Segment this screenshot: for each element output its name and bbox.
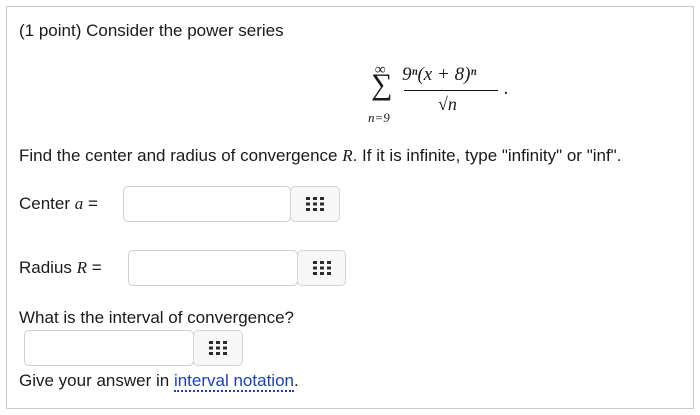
series-period: . <box>504 78 509 99</box>
fraction-bar <box>404 90 498 91</box>
power-series-formula: ∞ ∑ n=9 9ⁿ(x + 8)ⁿ √n . <box>368 58 538 128</box>
radius-label: Radius R = <box>19 258 102 278</box>
center-variable: a <box>74 194 84 213</box>
instruction-main: Find the center and radius of convergenc… <box>19 146 343 165</box>
hint-prefix: Give your answer in <box>19 371 174 390</box>
center-label-text: Center <box>19 194 75 213</box>
radius-variable: R <box>76 258 88 277</box>
instruction-tail: . If it is infinite, type "infinity" or … <box>352 146 622 165</box>
radius-equals: = <box>87 258 102 277</box>
interval-notation-link[interactable]: interval notation <box>173 371 294 392</box>
series-denominator: √n <box>438 94 457 114</box>
series-numerator: 9ⁿ(x + 8)ⁿ <box>402 64 477 85</box>
radius-answer-input[interactable] <box>128 250 298 286</box>
matrix-grid-icon <box>209 341 227 355</box>
hint-suffix: . <box>293 371 299 390</box>
sigma-symbol: ∑ <box>371 68 393 101</box>
answer-format-hint: Give your answer in interval notation. <box>19 371 299 392</box>
radius-label-text: Radius <box>19 258 77 277</box>
matrix-grid-icon <box>312 261 331 275</box>
question-header: (1 point) Consider the power series <box>19 21 284 41</box>
points-label: (1 point) <box>19 21 82 40</box>
center-equals: = <box>83 194 98 213</box>
question-prompt: Consider the power series <box>86 21 284 40</box>
center-answer-input[interactable] <box>123 186 291 222</box>
instruction-variable: R <box>342 146 353 165</box>
interval-matrix-button[interactable] <box>193 330 243 366</box>
instruction-text: Find the center and radius of convergenc… <box>19 146 621 166</box>
center-matrix-button[interactable] <box>290 186 340 222</box>
center-label: Center a = <box>19 194 98 214</box>
matrix-grid-icon <box>306 197 324 211</box>
radius-matrix-button[interactable] <box>297 250 346 286</box>
sum-lower-limit: n=9 <box>368 110 390 125</box>
interval-question: What is the interval of convergence? <box>19 308 294 327</box>
interval-answer-input[interactable] <box>24 330 194 366</box>
